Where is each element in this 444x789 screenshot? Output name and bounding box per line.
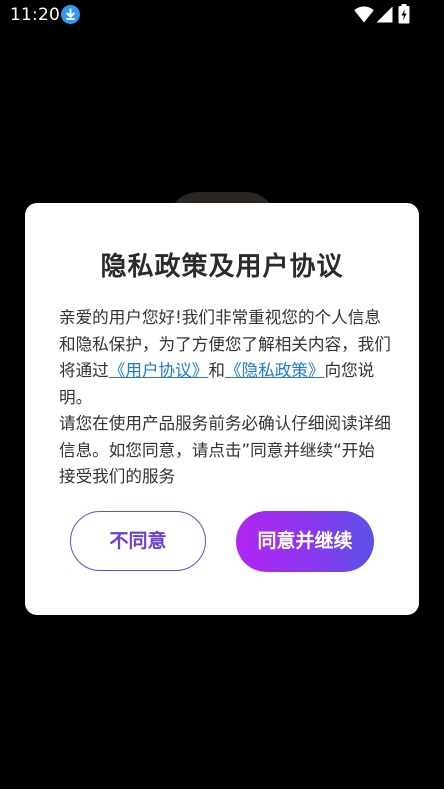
decline-button[interactable]: 不同意 [70,511,206,571]
accept-continue-button[interactable]: 同意并继续 [236,511,374,572]
dialog-title: 隐私政策及用户协议 [100,252,344,282]
dialog-paragraph-2: 请您在使用产品服务前务必确认仔细阅读详细信息。如您同意，请点击”同意并继续“开始… [59,414,391,486]
download-icon [61,5,80,24]
screen: 11:20 隐私政策及用户协议 亲爱的用户您好!我们非常重视您的个人信息和隐私保… [0,0,444,789]
dialog-body: 亲爱的用户您好!我们非常重视您的个人信息和隐私保护，为了方便您了解相关内容，我们… [59,305,391,491]
status-time: 11:20 [10,5,60,25]
dialog-paragraph-1: 亲爱的用户您好!我们非常重视您的个人信息和隐私保护，为了方便您了解相关内容，我们… [59,305,391,411]
privacy-dialog: 隐私政策及用户协议 亲爱的用户您好!我们非常重视您的个人信息和隐私保护，为了方便… [25,203,419,615]
dialog-text-connector: 和 [208,361,225,380]
status-bar: 11:20 [0,0,444,32]
user-agreement-link[interactable]: 《用户协议》 [109,361,209,380]
wifi-icon [354,6,374,23]
signal-icon [376,6,393,23]
battery-charging-icon [398,4,410,24]
privacy-policy-link[interactable]: 《隐私政策》 [225,361,325,380]
